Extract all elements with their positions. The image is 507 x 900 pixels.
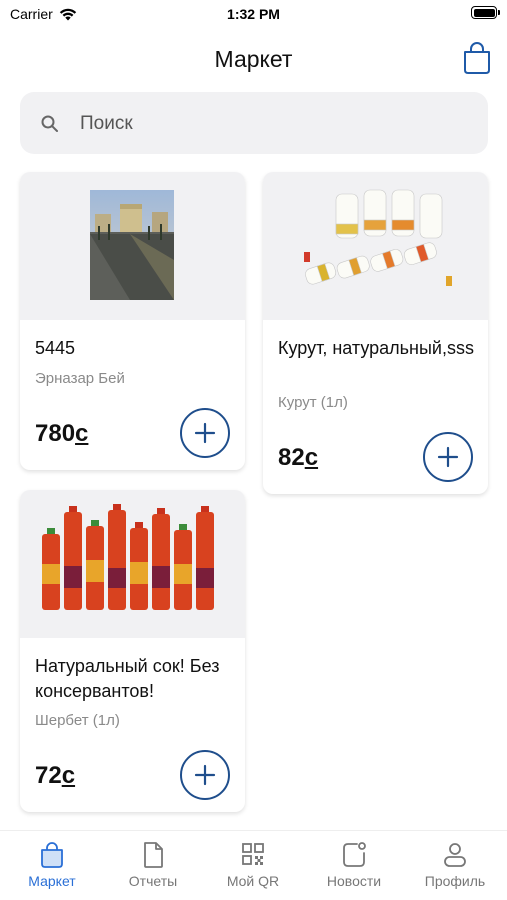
product-photo: [304, 189, 452, 286]
product-subtitle: Курут (1л): [278, 394, 348, 411]
cart-button[interactable]: [461, 40, 493, 76]
status-time: 1:32 PM: [227, 6, 280, 22]
product-subtitle: Шербет (1л): [35, 712, 120, 729]
product-price: 72c: [35, 762, 75, 790]
price-value: 82: [278, 444, 305, 471]
tab-label: Новости: [326, 873, 382, 889]
search-icon: [41, 115, 58, 132]
profile-icon: [444, 843, 466, 867]
plus-icon: [437, 446, 459, 468]
add-to-cart-button[interactable]: [180, 408, 230, 458]
price-value: 780: [35, 420, 76, 447]
page-title: Маркет: [214, 46, 293, 72]
product-title: Курут, натуральный,sss: [278, 338, 474, 358]
tab-profile[interactable]: Профиль: [405, 841, 505, 896]
tab-market[interactable]: Маркет: [2, 841, 102, 896]
price-value: 72: [35, 762, 62, 789]
product-card[interactable]: 5445 Эрназар Бей 780c: [20, 172, 245, 470]
plus-icon: [194, 764, 216, 786]
product-subtitle: Эрназар Бей: [35, 370, 125, 387]
tab-label: Отчеты: [128, 873, 178, 889]
header: Маркет: [0, 36, 507, 84]
product-card[interactable]: Курут, натуральный,sss Курут (1л) 82c: [263, 172, 488, 494]
product-title: 5445: [35, 338, 76, 358]
battery-icon: [471, 6, 500, 19]
product-image-area: [20, 172, 245, 320]
product-image-area: [263, 172, 488, 320]
shopping-bag-icon: [464, 42, 490, 74]
plus-icon: [194, 422, 216, 444]
add-to-cart-button[interactable]: [180, 750, 230, 800]
product-image-area: [20, 490, 245, 638]
product-title: Натуральный сок! Без консервантов!: [35, 656, 220, 701]
tab-label: Профиль: [424, 873, 486, 889]
product-price: 82c: [278, 444, 318, 472]
news-icon: [343, 842, 366, 867]
product-photo: [90, 190, 174, 300]
currency-symbol: c: [75, 420, 89, 447]
tab-reports[interactable]: Отчеты: [103, 841, 203, 896]
add-to-cart-button[interactable]: [423, 432, 473, 482]
product-card[interactable]: Натуральный сок! Без консервантов! Шербе…: [20, 490, 245, 812]
qr-icon: [242, 843, 264, 865]
tab-label: Маркет: [28, 873, 76, 889]
status-bar: Carrier 1:32 PM: [0, 0, 507, 30]
currency-symbol: c: [304, 444, 319, 471]
tab-news[interactable]: Новости: [304, 841, 404, 896]
currency-symbol: c: [61, 762, 76, 789]
product-photo: [42, 504, 214, 610]
document-icon: [144, 842, 163, 868]
tab-label: Мой QR: [226, 873, 280, 889]
bag-icon: [41, 842, 63, 868]
tab-my-qr[interactable]: Мой QR: [203, 841, 303, 896]
tab-bar: Маркет Отчеты Мой QR Новости Профиль: [0, 830, 507, 900]
search-input[interactable]: [80, 110, 460, 138]
product-price: 780c: [35, 420, 88, 448]
